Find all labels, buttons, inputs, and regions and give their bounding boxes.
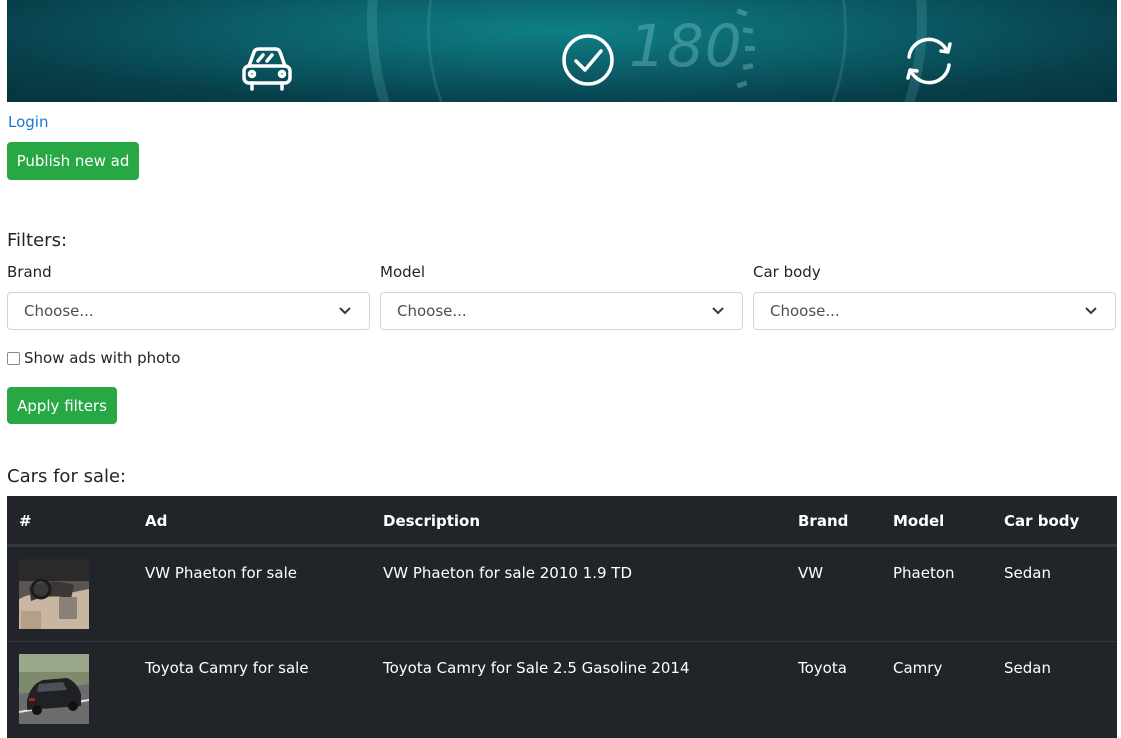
table-row[interactable]: VW Phaeton for sale VW Phaeton for sale … [7, 546, 1117, 641]
ad-car-body: Sedan [1004, 659, 1051, 677]
cars-heading: Cars for sale: [7, 466, 127, 487]
header-banner: 180 [7, 0, 1117, 102]
show-photo-checkbox[interactable] [7, 351, 20, 365]
ad-title[interactable]: VW Phaeton for sale [145, 564, 297, 582]
car-photo-thumbnail[interactable] [19, 654, 89, 724]
car-body-select[interactable]: Choose... [753, 292, 1116, 330]
login-link[interactable]: Login [8, 113, 48, 131]
page: 180 Login Publish new ad Filters: Brand … [0, 0, 1121, 738]
ad-model: Camry [893, 659, 943, 677]
chevron-down-icon [339, 304, 353, 318]
apply-filters-button[interactable]: Apply filters [7, 387, 117, 424]
photo-filter-row: Show ads with photo [7, 349, 180, 367]
brand-select-value: Choose... [24, 302, 94, 320]
ad-brand: Toyota [798, 659, 847, 677]
brand-label: Brand [7, 263, 52, 281]
car-icon [241, 46, 293, 96]
column-header-brand: Brand [798, 512, 849, 530]
ad-description: VW Phaeton for sale 2010 1.9 TD [383, 564, 633, 582]
publish-new-ad-button[interactable]: Publish new ad [7, 142, 139, 180]
ad-brand: VW [798, 564, 824, 582]
ad-description: Toyota Camry for Sale 2.5 Gasoline 2014 [383, 659, 690, 677]
column-header-description: Description [383, 512, 481, 530]
speedometer-number: 180 [629, 12, 743, 80]
check-circle-icon [561, 33, 615, 91]
ad-model: Phaeton [893, 564, 955, 582]
car-body-select-value: Choose... [770, 302, 840, 320]
ad-title[interactable]: Toyota Camry for sale [145, 659, 309, 677]
model-select-value: Choose... [397, 302, 467, 320]
table-header: # Ad Description Brand Model Car body [7, 496, 1117, 546]
table-row[interactable]: Toyota Camry for sale Toyota Camry for S… [7, 641, 1117, 736]
column-header-ad: Ad [145, 512, 168, 530]
car-body-label: Car body [753, 263, 821, 281]
chevron-down-icon [712, 304, 726, 318]
model-select[interactable]: Choose... [380, 292, 743, 330]
ad-car-body: Sedan [1004, 564, 1051, 582]
model-label: Model [380, 263, 426, 281]
show-photo-label[interactable]: Show ads with photo [24, 349, 180, 367]
column-header-index: # [19, 512, 32, 530]
listings-table: # Ad Description Brand Model Car body VW… [7, 496, 1117, 738]
car-photo-thumbnail[interactable] [19, 559, 89, 629]
chevron-down-icon [1085, 304, 1099, 318]
column-header-car-body: Car body [1004, 512, 1080, 530]
column-header-model: Model [893, 512, 945, 530]
filters-heading: Filters: [7, 230, 68, 251]
brand-select[interactable]: Choose... [7, 292, 370, 330]
speedometer-ticks [736, 6, 767, 96]
refresh-icon [899, 35, 959, 91]
